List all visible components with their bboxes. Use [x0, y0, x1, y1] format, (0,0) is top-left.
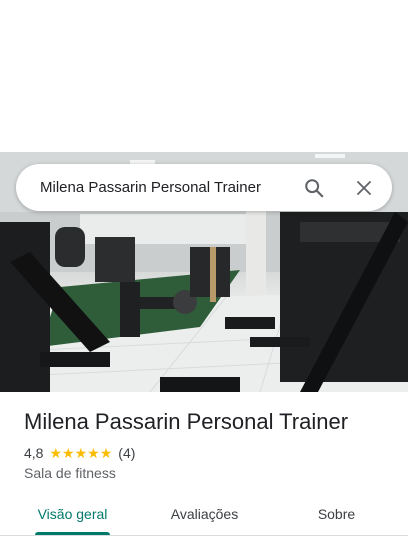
- star-icon: ★: [62, 445, 75, 461]
- rating-row[interactable]: 4,8 ★ ★ ★ ★ ★ (4): [24, 444, 135, 462]
- place-category: Sala de fitness: [24, 465, 116, 481]
- star-icon: ★: [99, 445, 113, 461]
- rating-value: 4,8: [24, 445, 44, 461]
- tab-overview[interactable]: Visão geral: [20, 496, 125, 532]
- divider: [0, 535, 408, 536]
- tab-about[interactable]: Sobre: [284, 496, 389, 532]
- star-icon: ★: [87, 445, 100, 461]
- search-input[interactable]: Milena Passarin Personal Trainer: [40, 179, 392, 196]
- place-title: Milena Passarin Personal Trainer: [24, 409, 349, 434]
- review-count[interactable]: (4): [118, 445, 135, 461]
- close-icon[interactable]: [352, 176, 376, 200]
- star-icon: ★: [49, 445, 63, 461]
- tab-reviews[interactable]: Avaliações: [152, 496, 257, 532]
- star-rating: ★ ★ ★ ★ ★: [49, 446, 112, 460]
- search-icon[interactable]: [302, 176, 326, 200]
- star-icon: ★: [74, 445, 88, 461]
- search-bar[interactable]: Milena Passarin Personal Trainer: [16, 164, 392, 211]
